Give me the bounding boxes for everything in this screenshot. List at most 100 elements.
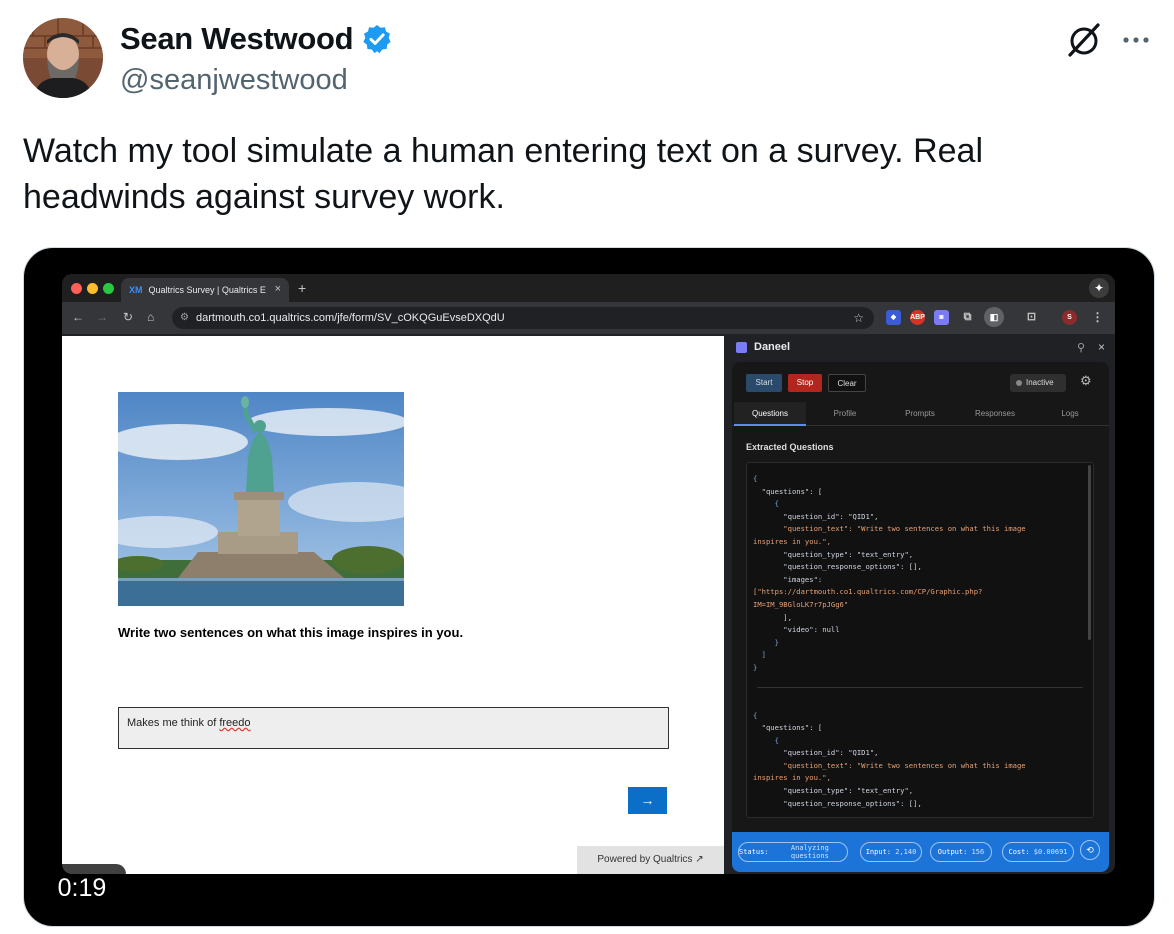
next-button[interactable]: → bbox=[628, 787, 667, 814]
close-window-icon[interactable] bbox=[71, 283, 82, 294]
json-question-text-2: inspires in you.", bbox=[753, 536, 831, 546]
url-text: dartmouth.co1.qualtrics.com/jfe/form/SV_… bbox=[196, 312, 505, 324]
json-question-type-2: "question_type": "text_entry", bbox=[783, 786, 914, 796]
daneel-extension-icon[interactable]: ◙ bbox=[934, 310, 949, 325]
site-info-icon[interactable]: ⚙ bbox=[180, 307, 189, 329]
output-value: 156 bbox=[971, 848, 985, 856]
panel-body: Start Stop Clear Inactive ⚙ Questions Pr… bbox=[732, 362, 1109, 872]
chrome-menu-icon[interactable]: ⋮ bbox=[1090, 310, 1105, 325]
json-question-type: "question_type": "text_entry", bbox=[783, 549, 914, 559]
external-link-icon: ↗ bbox=[695, 854, 704, 865]
profile-avatar-icon[interactable]: S bbox=[1062, 310, 1077, 325]
tab-prompts[interactable]: Prompts bbox=[884, 402, 956, 426]
browser-window: XM Qualtrics Survey | Qualtrics E × + ✦ … bbox=[62, 274, 1115, 874]
survey-page: Write two sentences on what this image i… bbox=[62, 336, 724, 874]
code-scrollbar[interactable] bbox=[1088, 465, 1091, 640]
bookmark-star-icon[interactable]: ☆ bbox=[853, 307, 864, 329]
powered-by-qualtrics-link[interactable]: Powered by Qualtrics ↗ bbox=[577, 846, 724, 874]
status-action-icon[interactable]: ⟲ bbox=[1080, 840, 1100, 860]
clear-button[interactable]: Clear bbox=[828, 374, 866, 392]
more-options-icon[interactable] bbox=[1116, 20, 1156, 60]
status-label: Status: bbox=[739, 848, 769, 856]
start-button[interactable]: Start bbox=[746, 374, 782, 392]
statue-of-liberty-image bbox=[118, 392, 404, 606]
tweet-text: Watch my tool simulate a human entering … bbox=[23, 132, 984, 216]
answer-typed-text: freedo bbox=[219, 717, 251, 729]
json-response-options: "question_response_options": [], bbox=[783, 562, 922, 572]
xm-logo-icon: XM bbox=[129, 285, 143, 295]
json-response-options-2: "question_response_options": [], bbox=[783, 798, 922, 808]
author-name-text: Sean Westwood bbox=[120, 21, 354, 56]
json-divider bbox=[757, 686, 1083, 688]
side-panel-icon[interactable]: ◧ bbox=[984, 307, 1004, 327]
output-label: Output: bbox=[937, 848, 968, 856]
daneel-side-panel: Daneel ⚲ × Start Stop Clear Inactive ⚙ Q… bbox=[724, 336, 1115, 874]
panel-close-icon[interactable]: × bbox=[1098, 340, 1105, 354]
author-handle[interactable]: @seanjwestwood bbox=[120, 62, 348, 98]
json-question-id: "question_id": "QID1", bbox=[783, 511, 879, 521]
settings-gear-icon[interactable]: ⚙ bbox=[1080, 373, 1092, 389]
tab-search-icon[interactable]: ⊡ bbox=[1024, 310, 1039, 325]
browser-tab-bar: XM Qualtrics Survey | Qualtrics E × + ✦ bbox=[62, 274, 1115, 302]
extension-shield-icon[interactable]: ◆ bbox=[886, 310, 901, 325]
output-tokens-pill: Output: 156 bbox=[930, 842, 992, 862]
grok-icon[interactable] bbox=[1064, 20, 1104, 60]
panel-header: Daneel ⚲ × bbox=[724, 336, 1115, 360]
stop-button[interactable]: Stop bbox=[788, 374, 822, 392]
extracted-questions-heading: Extracted Questions bbox=[746, 442, 834, 452]
browser-tab-qualtrics[interactable]: XM Qualtrics Survey | Qualtrics E × bbox=[121, 278, 289, 302]
back-arrow-icon[interactable]: ← bbox=[72, 310, 84, 324]
survey-question-text: Write two sentences on what this image i… bbox=[118, 625, 464, 640]
video-timestamp: 0:19 bbox=[38, 864, 126, 912]
new-tab-icon[interactable]: + bbox=[298, 280, 306, 296]
extracted-json-viewer[interactable]: { "questions": [ { "question_id": "QID1"… bbox=[746, 462, 1094, 818]
json-question-id-2: "question_id": "QID1", bbox=[783, 748, 879, 758]
json-image-url-2: IM=IM_9BGloLK7r7pJGg6" bbox=[753, 599, 849, 609]
browser-toolbar: ← → ↻ ⌂ ⚙ dartmouth.co1.qualtrics.com/jf… bbox=[62, 302, 1115, 334]
forward-arrow-icon[interactable]: → bbox=[96, 310, 108, 324]
adblock-icon[interactable]: ABP bbox=[910, 310, 925, 325]
status-indicator: Inactive bbox=[1010, 374, 1066, 392]
input-tokens-pill: Input: 2,140 bbox=[860, 842, 922, 862]
tab-responses[interactable]: Responses bbox=[959, 402, 1031, 426]
home-icon[interactable]: ⌂ bbox=[147, 310, 154, 324]
extensions-puzzle-icon[interactable]: ⧉ bbox=[960, 310, 975, 325]
pin-icon[interactable]: ⚲ bbox=[1077, 341, 1085, 354]
json-question-text-1-2: "question_text": "Write two sentences on… bbox=[783, 760, 1026, 770]
panel-tabs: Questions Profile Prompts Responses Logs bbox=[732, 402, 1109, 426]
author-name[interactable]: Sean Westwood bbox=[120, 20, 393, 58]
answer-prefix-text: Makes me think of bbox=[127, 717, 220, 729]
maximize-window-icon[interactable] bbox=[103, 283, 114, 294]
tab-questions[interactable]: Questions bbox=[734, 402, 806, 426]
address-bar[interactable]: ⚙ dartmouth.co1.qualtrics.com/jfe/form/S… bbox=[172, 307, 874, 329]
json-questions-key-2: "questions": [ bbox=[761, 723, 823, 733]
avatar[interactable] bbox=[23, 18, 103, 98]
status-pill: Status: Analyzing questions bbox=[738, 842, 848, 862]
spark-icon[interactable]: ✦ bbox=[1089, 278, 1109, 298]
status-bar: Status: Analyzing questions Input: 2,140… bbox=[732, 832, 1109, 872]
cost-pill: Cost: $0.00691 bbox=[1002, 842, 1074, 862]
cost-value: $0.00691 bbox=[1033, 848, 1068, 856]
input-value: 2,140 bbox=[895, 848, 917, 856]
json-images-key: "images": bbox=[783, 574, 823, 584]
powered-by-text: Powered by Qualtrics bbox=[597, 854, 693, 865]
panel-title: Daneel bbox=[754, 341, 791, 353]
video-player[interactable]: XM Qualtrics Survey | Qualtrics E × + ✦ … bbox=[23, 247, 1155, 927]
json-questions-key: "questions": [ bbox=[761, 486, 823, 496]
browser-tab-title: Qualtrics Survey | Qualtrics E bbox=[148, 285, 266, 295]
minimize-window-icon[interactable] bbox=[87, 283, 98, 294]
verified-badge-icon bbox=[361, 23, 393, 55]
json-question-text-2-2: inspires in you.", bbox=[753, 773, 831, 783]
status-value: Analyzing questions bbox=[790, 844, 829, 860]
reload-icon[interactable]: ↻ bbox=[123, 310, 133, 324]
tab-profile[interactable]: Profile bbox=[809, 402, 881, 426]
json-video: "video": null bbox=[783, 625, 840, 635]
survey-answer-textarea[interactable]: Makes me think of freedo bbox=[118, 707, 669, 749]
json-close-bracket: ], bbox=[783, 612, 792, 622]
tab-logs[interactable]: Logs bbox=[1034, 402, 1106, 426]
json-image-url-1: ["https://dartmouth.co1.qualtrics.com/CP… bbox=[753, 587, 983, 597]
daneel-logo-icon bbox=[736, 342, 747, 353]
tab-close-icon[interactable]: × bbox=[275, 283, 281, 295]
json-question-text-1: "question_text": "Write two sentences on… bbox=[783, 524, 1026, 534]
cost-label: Cost: bbox=[1008, 848, 1030, 856]
